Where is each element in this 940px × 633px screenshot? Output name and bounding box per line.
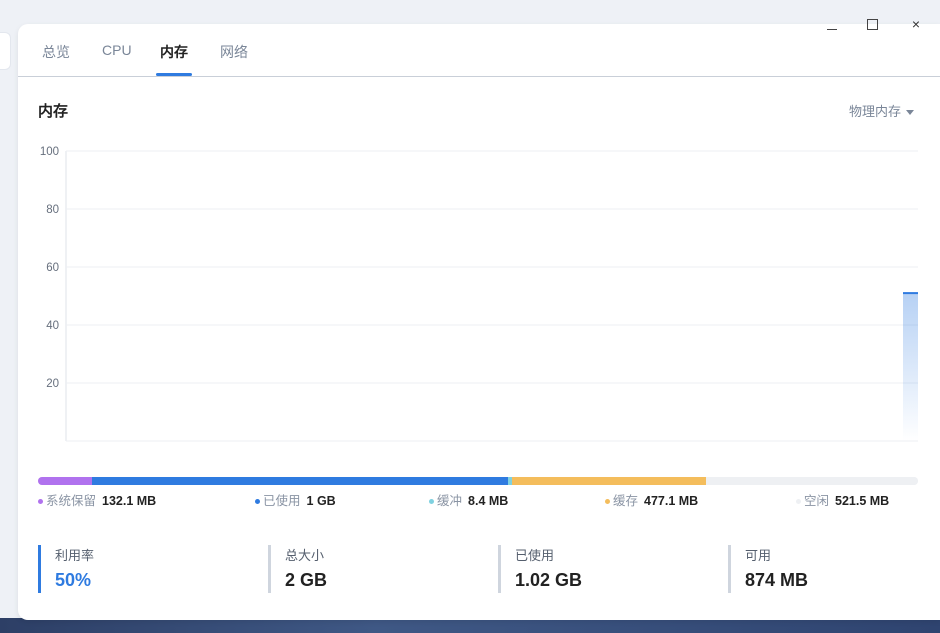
legend-dot-icon: [605, 499, 610, 505]
stat-label: 总大小: [285, 548, 325, 563]
y-tick-label: 100: [40, 146, 59, 158]
legend-dot-icon: [429, 499, 434, 505]
background-panel-edge: [0, 32, 11, 70]
memory-segment-1: [91, 477, 509, 485]
stat-total-size: 总大小 2 GB: [268, 545, 327, 593]
legend-item: 系统保留 132.1 MB: [38, 490, 156, 509]
y-tick-label: 20: [46, 378, 59, 390]
memory-monitor-window: × 总览 CPU 内存 网络 内存 物理内存 100 80 60 40 20 系统保留 1…: [18, 16, 940, 620]
stat-label: 利用率: [55, 548, 95, 563]
memory-composition-bar: [38, 477, 918, 485]
tab-cpu[interactable]: CPU: [102, 42, 132, 58]
legend-label: 系统保留: [46, 494, 97, 508]
legend-label: 缓存: [613, 494, 639, 508]
legend-label: 已使用: [263, 494, 301, 508]
stat-available: 可用 874 MB: [728, 545, 808, 593]
legend-value: 1 GB: [306, 494, 336, 508]
tab-overview[interactable]: 总览: [42, 42, 70, 62]
stat-value: 2 GB: [285, 570, 328, 590]
usage-area: [903, 293, 918, 441]
stat-value: 874 MB: [745, 570, 809, 590]
legend-item: 空闲 521.5 MB: [796, 490, 889, 509]
legend-value: 521.5 MB: [835, 494, 890, 508]
tab-network[interactable]: 网络: [220, 42, 248, 62]
legend-item: 缓冲 8.4 MB: [429, 490, 508, 509]
desktop-background: [0, 618, 940, 633]
memory-legend: 系统保留 132.1 MB 已使用 1 GB 缓冲 8.4 MB 缓存 477.1 MB 空闲 5…: [18, 490, 940, 510]
memory-segment-4: [705, 477, 918, 485]
legend-item: 已使用 1 GB: [255, 490, 336, 509]
stat-used: 已使用 1.02 GB: [498, 545, 582, 593]
legend-item: 缓存 477.1 MB: [605, 490, 698, 509]
memory-usage-chart: 100 80 60 40 20: [40, 146, 918, 442]
y-tick-label: 40: [46, 320, 59, 332]
legend-label: 缓冲: [437, 494, 463, 508]
legend-dot-icon: [255, 499, 260, 505]
legend-value: 8.4 MB: [468, 494, 509, 508]
active-tab-indicator: [156, 73, 192, 76]
stat-label: 可用: [745, 548, 772, 563]
dropdown-label: 物理内存: [848, 104, 901, 119]
legend-dot-icon: [796, 499, 801, 505]
y-tick-label: 80: [46, 204, 59, 216]
section-title: 内存: [38, 103, 69, 120]
chevron-down-icon: [906, 110, 914, 116]
stat-value: 50%: [55, 570, 92, 590]
memory-segment-3: [511, 477, 706, 485]
tab-bar: 总览 CPU 内存 网络: [18, 24, 940, 77]
stat-utilization: 利用率 50%: [38, 545, 94, 593]
stat-label: 已使用: [515, 548, 555, 563]
legend-dot-icon: [38, 499, 43, 505]
legend-label: 空闲: [804, 494, 830, 508]
legend-value: 132.1 MB: [102, 494, 157, 508]
tab-memory[interactable]: 内存: [160, 42, 188, 62]
memory-segment-0: [38, 477, 92, 485]
y-tick-label: 60: [46, 262, 59, 274]
memory-type-dropdown[interactable]: 物理内存: [849, 101, 914, 120]
legend-value: 477.1 MB: [644, 494, 699, 508]
stat-value: 1.02 GB: [515, 570, 583, 590]
